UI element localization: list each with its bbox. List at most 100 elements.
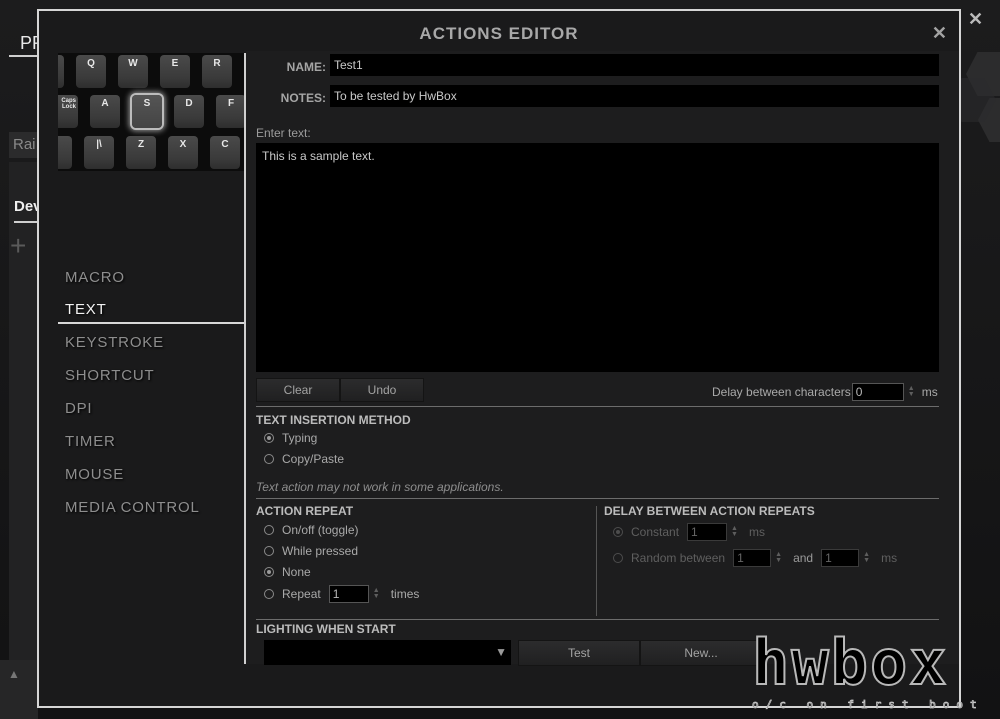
radio-label: Random between (631, 551, 726, 565)
app-close-icon[interactable]: ✕ (968, 9, 983, 30)
close-icon[interactable]: ✕ (932, 23, 947, 44)
undo-button[interactable]: Undo (340, 378, 424, 402)
active-nav-underline (58, 322, 244, 324)
add-icon[interactable]: + (10, 230, 26, 262)
key-d[interactable]: D (174, 95, 204, 128)
delay-characters-row: Delay between characters 0 ▲ ▼ ms (712, 383, 938, 401)
radio-copy-paste[interactable]: Copy/Paste (264, 452, 344, 466)
key-q[interactable]: Q (76, 55, 106, 88)
test-lighting-button[interactable]: Test (518, 640, 640, 666)
unit-label: ms (881, 551, 898, 565)
radio-checked-icon[interactable] (264, 433, 274, 443)
bg-tab-underline (9, 55, 39, 57)
radio-unchecked-icon[interactable] (264, 546, 274, 556)
key-w[interactable]: W (118, 55, 148, 88)
divider (256, 619, 939, 620)
key-x[interactable]: X (168, 136, 198, 169)
key-partial[interactable] (58, 136, 72, 169)
key-a[interactable]: A (90, 95, 120, 128)
radio-label: While pressed (282, 544, 359, 558)
clear-button[interactable]: Clear (256, 378, 340, 402)
keyboard-preview: Q W E R Caps Lock A S D F |\ Z X C (58, 53, 244, 171)
radio-none[interactable]: None (264, 565, 311, 579)
vertical-divider (596, 506, 597, 616)
notes-label: NOTES: (280, 91, 326, 105)
nav-item-mouse[interactable]: MOUSE (65, 466, 124, 483)
delay-characters-label: Delay between characters (712, 385, 851, 399)
radio-label: None (282, 565, 311, 579)
radio-checked-icon[interactable] (613, 527, 623, 537)
key-e[interactable]: E (160, 55, 190, 88)
radio-label: On/off (toggle) (282, 523, 359, 537)
radio-unchecked-icon[interactable] (264, 454, 274, 464)
radio-toggle[interactable]: On/off (toggle) (264, 523, 359, 537)
nav-item-keystroke[interactable]: KEYSTROKE (65, 334, 164, 351)
radio-unchecked-icon[interactable] (613, 553, 623, 563)
insertion-method-heading: TEXT INSERTION METHOD (256, 413, 411, 427)
key-z[interactable]: Z (126, 136, 156, 169)
radio-repeat[interactable]: Repeat 1 ▲ ▼ times (264, 585, 419, 603)
nav-item-text[interactable]: TEXT (65, 301, 107, 318)
spinner-icon[interactable]: ▲ ▼ (775, 551, 782, 564)
spinner-icon[interactable]: ▲ ▼ (373, 587, 380, 600)
nav-item-media-control[interactable]: MEDIA CONTROL (65, 499, 200, 516)
radio-label: Constant (631, 525, 680, 539)
spinner-icon[interactable]: ▲ ▼ (863, 551, 870, 564)
delay-characters-unit: ms (921, 385, 938, 399)
new-lighting-button[interactable]: New... (640, 640, 762, 666)
text-action-panel: NAME: NOTES: Enter text: This is a sampl… (246, 51, 959, 666)
constant-delay-input[interactable]: 1 (687, 523, 728, 541)
nav-item-shortcut[interactable]: SHORTCUT (65, 367, 154, 384)
divider (256, 498, 939, 499)
key-c[interactable]: C (210, 136, 240, 169)
delay-characters-input[interactable]: 0 (851, 383, 904, 401)
text-input[interactable]: This is a sample text. (256, 143, 939, 372)
chevron-down-icon[interactable]: ▼ (495, 645, 507, 659)
and-label: and (793, 551, 814, 565)
key-f[interactable]: F (216, 95, 244, 128)
lighting-heading: LIGHTING WHEN START (256, 622, 396, 636)
random-max-input[interactable]: 1 (821, 549, 860, 567)
key-s[interactable]: S (132, 95, 162, 128)
delay-repeats-heading: DELAY BETWEEN ACTION REPEATS (604, 504, 815, 518)
key-partial[interactable] (58, 55, 64, 88)
radio-label: Copy/Paste (282, 452, 345, 466)
notes-input[interactable] (330, 85, 939, 107)
key-r[interactable]: R (202, 55, 232, 88)
action-repeat-heading: ACTION REPEAT (256, 504, 354, 518)
radio-typing[interactable]: Typing (264, 431, 317, 445)
unit-label: ms (749, 525, 766, 539)
compatibility-note: Text action may not work in some applica… (256, 480, 504, 494)
watermark-tagline: o/c on first boot (752, 698, 984, 712)
bg-profile-selector[interactable]: Rai (9, 132, 39, 158)
spinner-icon[interactable]: ▲ ▼ (731, 525, 738, 538)
nav-item-dpi[interactable]: DPI (65, 400, 92, 417)
scroll-up-icon[interactable]: ▲ (8, 667, 20, 681)
watermark-brand: hwbox (751, 626, 949, 699)
name-input[interactable] (330, 54, 939, 76)
times-label: times (390, 587, 420, 601)
bg-device-underline (14, 221, 39, 223)
repeat-count-input[interactable]: 1 (328, 585, 369, 603)
radio-constant[interactable]: Constant 1 ▲ ▼ ms (613, 523, 765, 541)
nav-item-timer[interactable]: TIMER (65, 433, 116, 450)
divider (256, 406, 939, 407)
radio-while-pressed[interactable]: While pressed (264, 544, 358, 558)
radio-label: Typing (282, 431, 318, 445)
radio-random-between[interactable]: Random between 1 ▲ ▼ and 1 ▲ ▼ ms (613, 549, 897, 567)
radio-unchecked-icon[interactable] (264, 589, 274, 599)
key-caps-lock[interactable]: Caps Lock (58, 95, 78, 128)
name-label: NAME: (286, 60, 326, 74)
radio-label: Repeat (282, 587, 321, 601)
spinner-icon[interactable]: ▲ ▼ (908, 385, 915, 398)
nav-item-macro[interactable]: MACRO (65, 269, 125, 286)
dialog-title: ACTIONS EDITOR (419, 24, 579, 43)
key--[interactable]: |\ (84, 136, 114, 169)
enter-text-label: Enter text: (256, 126, 311, 140)
actions-editor-dialog: ACTIONS EDITOR ✕ Q W E R Caps Lock A S D F |\ Z X C … (37, 9, 961, 708)
lighting-dropdown[interactable]: ▼ (264, 640, 511, 665)
radio-checked-icon[interactable] (264, 567, 274, 577)
random-min-input[interactable]: 1 (733, 549, 772, 567)
hwbox-watermark: hwbox o/c on first boot (748, 626, 1000, 719)
radio-unchecked-icon[interactable] (264, 525, 274, 535)
